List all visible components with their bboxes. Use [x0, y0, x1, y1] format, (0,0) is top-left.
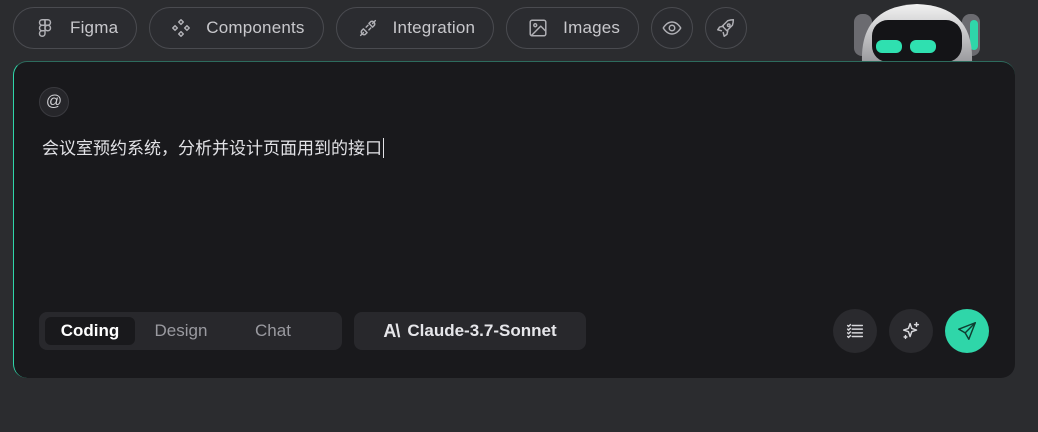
- sparkle-icon: [902, 322, 920, 340]
- preview-button[interactable]: [651, 7, 694, 49]
- deploy-button[interactable]: [705, 7, 748, 49]
- model-selector[interactable]: A\ Claude-3.7-Sonnet: [354, 312, 586, 350]
- integration-button[interactable]: Integration: [335, 7, 495, 49]
- figma-label: Figma: [70, 18, 119, 37]
- text-caret: [383, 138, 384, 158]
- rocket-icon: [717, 19, 735, 37]
- top-toolbar: Figma Components Integration Images: [13, 7, 748, 49]
- integration-label: Integration: [392, 18, 476, 37]
- task-list-button[interactable]: [833, 309, 877, 353]
- prompt-text: 会议室预约系统，分析并设计页面用到的接口: [42, 139, 382, 159]
- prompt-input[interactable]: 会议室预约系统，分析并设计页面用到的接口: [42, 134, 987, 159]
- tab-chat[interactable]: Chat: [227, 317, 319, 345]
- send-icon: [958, 322, 976, 340]
- enhance-prompt-button[interactable]: [889, 309, 933, 353]
- mode-switcher: Coding Design Chat: [39, 312, 342, 350]
- eye-icon: [662, 21, 682, 35]
- tab-design[interactable]: Design: [135, 317, 227, 345]
- figma-button[interactable]: Figma: [13, 7, 138, 49]
- integration-icon: [359, 19, 376, 37]
- robot-mascot: [850, 0, 990, 62]
- app-root: Figma Components Integration Images @ 会议…: [0, 0, 1038, 432]
- prompt-card: @ 会议室预约系统，分析并设计页面用到的接口 Coding Design Cha…: [13, 61, 1015, 378]
- anthropic-logo-icon: A\: [383, 320, 400, 341]
- images-label: Images: [563, 18, 621, 37]
- tab-coding[interactable]: Coding: [45, 317, 135, 345]
- images-icon: [529, 19, 547, 37]
- at-symbol: @: [45, 93, 63, 110]
- figma-icon: [38, 19, 52, 37]
- images-button[interactable]: Images: [506, 7, 640, 49]
- components-label: Components: [206, 18, 305, 37]
- send-button[interactable]: [945, 309, 989, 353]
- components-icon: [172, 19, 191, 37]
- list-icon: [846, 323, 864, 339]
- components-button[interactable]: Components: [149, 7, 324, 49]
- mention-button[interactable]: @: [39, 87, 69, 117]
- model-name: Claude-3.7-Sonnet: [407, 321, 557, 340]
